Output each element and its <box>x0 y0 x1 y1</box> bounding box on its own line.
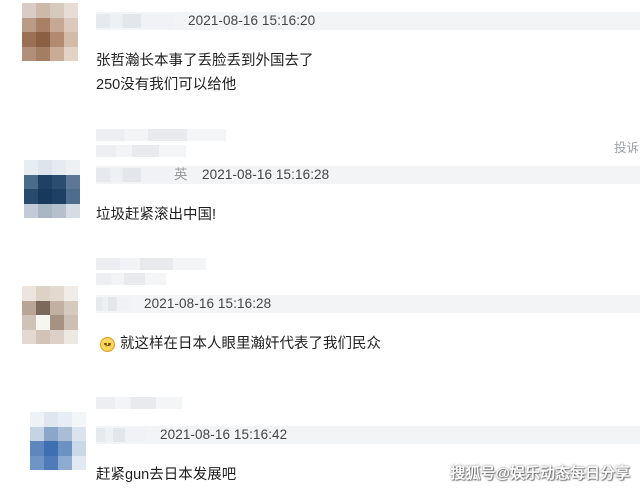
username-blurred[interactable] <box>96 168 174 182</box>
comment-text-line: 垃圾赶紧滚出中国! <box>96 207 217 223</box>
username-blurred-top <box>96 129 226 141</box>
username-blurred-top <box>96 258 206 270</box>
avatar-blurred-2[interactable] <box>24 160 80 218</box>
comment-timestamp: 2021-08-16 15:16:20 <box>188 13 316 28</box>
avatar-blurred-1[interactable] <box>22 3 78 61</box>
comment-text-line: 张哲瀚长本事了丢脸丢到外国去了 <box>96 53 314 69</box>
avatar-blurred-4[interactable] <box>30 412 86 470</box>
username-blurred-top <box>96 397 182 409</box>
comment-text-line: 就这样在日本人眼里瀚奸代表了我们民众 <box>120 336 381 352</box>
sad-face-emoji <box>100 337 115 352</box>
comment-text-line: 250没有我们可以给他 <box>96 77 237 93</box>
username-blurred-top <box>96 273 166 285</box>
avatar-blurred-3[interactable] <box>22 286 78 344</box>
comment-meta-bar <box>96 12 640 30</box>
report-link[interactable]: 投诉 <box>614 137 639 156</box>
comment-timestamp: 2021-08-16 15:16:42 <box>160 427 288 442</box>
username-fragment: 英 <box>174 167 188 182</box>
username-blurred-top <box>96 145 186 157</box>
username-blurred[interactable] <box>96 297 132 311</box>
username-blurred[interactable] <box>96 428 146 442</box>
comment-timestamp: 2021-08-16 15:16:28 <box>144 296 272 311</box>
comment-text-line: 赶紧gun去日本发展吧 <box>96 467 237 483</box>
username-blurred[interactable] <box>96 14 174 28</box>
comment-timestamp: 2021-08-16 15:16:28 <box>202 167 330 182</box>
source-watermark: 搜狐号@娱乐动态每日分享 <box>450 465 630 482</box>
